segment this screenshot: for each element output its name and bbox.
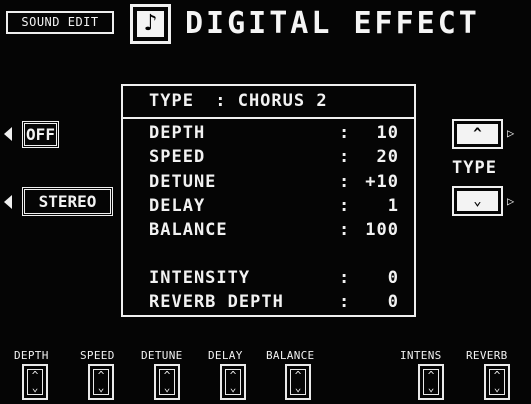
delay-updown-button[interactable]: ^ ⌄: [220, 364, 246, 400]
param-row-reverb-depth: REVERB DEPTH : 0: [149, 292, 399, 316]
param-row-delay: DELAY : 1: [149, 196, 399, 220]
type-up-pointer-icon: ▷: [507, 126, 515, 140]
param-colon: :: [339, 196, 351, 216]
param-value: 100: [365, 220, 399, 240]
param-row-balance: BALANCE : 100: [149, 220, 399, 244]
param-colon: :: [339, 292, 351, 312]
param-colon: :: [339, 220, 351, 240]
param-label: DEPTH: [149, 123, 206, 143]
off-pointer-icon: [4, 127, 12, 141]
param-value: 0: [387, 268, 399, 288]
param-value: 1: [387, 196, 399, 216]
param-value: 0: [387, 292, 399, 312]
param-colon: :: [339, 172, 351, 192]
bottom-label-speed: SPEED: [80, 349, 115, 362]
chevron-down-icon: ⌄: [427, 381, 435, 394]
param-row-detune: DETUNE : +10: [149, 172, 399, 196]
chevron-down-icon: ⌄: [31, 381, 39, 394]
effect-parameter-panel: TYPE : CHORUS 2 DEPTH : 10 SPEED : 20 DE…: [121, 84, 416, 317]
music-note-icon: ♪: [130, 4, 171, 44]
type-separator: :: [215, 91, 227, 111]
note-glyph: ♪: [137, 11, 164, 37]
chevron-down-icon: ⌄: [229, 381, 237, 394]
param-label: REVERB DEPTH: [149, 292, 284, 312]
param-value: +10: [365, 172, 399, 192]
depth-updown-button[interactable]: ^ ⌄: [22, 364, 48, 400]
param-row-speed: SPEED : 20: [149, 147, 399, 171]
type-down-pointer-icon: ▷: [507, 194, 515, 208]
param-row-intensity: INTENSITY : 0: [149, 268, 399, 292]
chevron-down-icon: ⌄: [163, 381, 171, 394]
param-label: DETUNE: [149, 172, 217, 192]
param-value: 10: [376, 123, 399, 143]
param-label: BALANCE: [149, 220, 228, 240]
chevron-down-icon: ⌄: [294, 381, 302, 394]
speed-updown-button[interactable]: ^ ⌄: [88, 364, 114, 400]
param-label: DELAY: [149, 196, 206, 216]
type-down-button[interactable]: ⌄: [452, 186, 503, 216]
stereo-pointer-icon: [4, 195, 12, 209]
bottom-label-reverb: REVERB: [466, 349, 508, 362]
type-control-label: TYPE: [452, 158, 497, 178]
reverb-updown-button[interactable]: ^ ⌄: [484, 364, 510, 400]
sound-edit-button[interactable]: SOUND EDIT: [6, 11, 114, 34]
param-colon: :: [339, 123, 351, 143]
bottom-label-depth: DEPTH: [14, 349, 49, 362]
chevron-down-icon: ⌄: [493, 381, 501, 394]
type-row: TYPE : CHORUS 2: [123, 86, 414, 119]
chevron-down-icon: ⌄: [457, 191, 498, 211]
bottom-label-intens: INTENS: [400, 349, 442, 362]
chevron-up-icon: ^: [457, 124, 498, 144]
bottom-label-balance: BALANCE: [266, 349, 315, 362]
param-label: SPEED: [149, 147, 206, 167]
balance-updown-button[interactable]: ^ ⌄: [285, 364, 311, 400]
param-label: INTENSITY: [149, 268, 251, 288]
type-up-button[interactable]: ^: [452, 119, 503, 149]
chevron-down-icon: ⌄: [97, 381, 105, 394]
bottom-label-delay: DELAY: [208, 349, 243, 362]
off-label: OFF: [26, 125, 55, 144]
off-button[interactable]: OFF: [22, 121, 59, 148]
bottom-label-detune: DETUNE: [141, 349, 183, 362]
stereo-label: STEREO: [38, 192, 97, 211]
param-colon: :: [339, 147, 351, 167]
stereo-button[interactable]: STEREO: [22, 187, 113, 216]
param-colon: :: [339, 268, 351, 288]
type-value: CHORUS 2: [237, 91, 328, 111]
param-row-depth: DEPTH : 10: [149, 123, 399, 147]
type-label: TYPE: [149, 91, 194, 111]
param-value: 20: [376, 147, 399, 167]
intens-updown-button[interactable]: ^ ⌄: [418, 364, 444, 400]
detune-updown-button[interactable]: ^ ⌄: [154, 364, 180, 400]
page-title: DIGITAL EFFECT: [185, 6, 480, 41]
digital-effect-screen: SOUND EDIT ♪ DIGITAL EFFECT OFF STEREO T…: [0, 0, 531, 404]
